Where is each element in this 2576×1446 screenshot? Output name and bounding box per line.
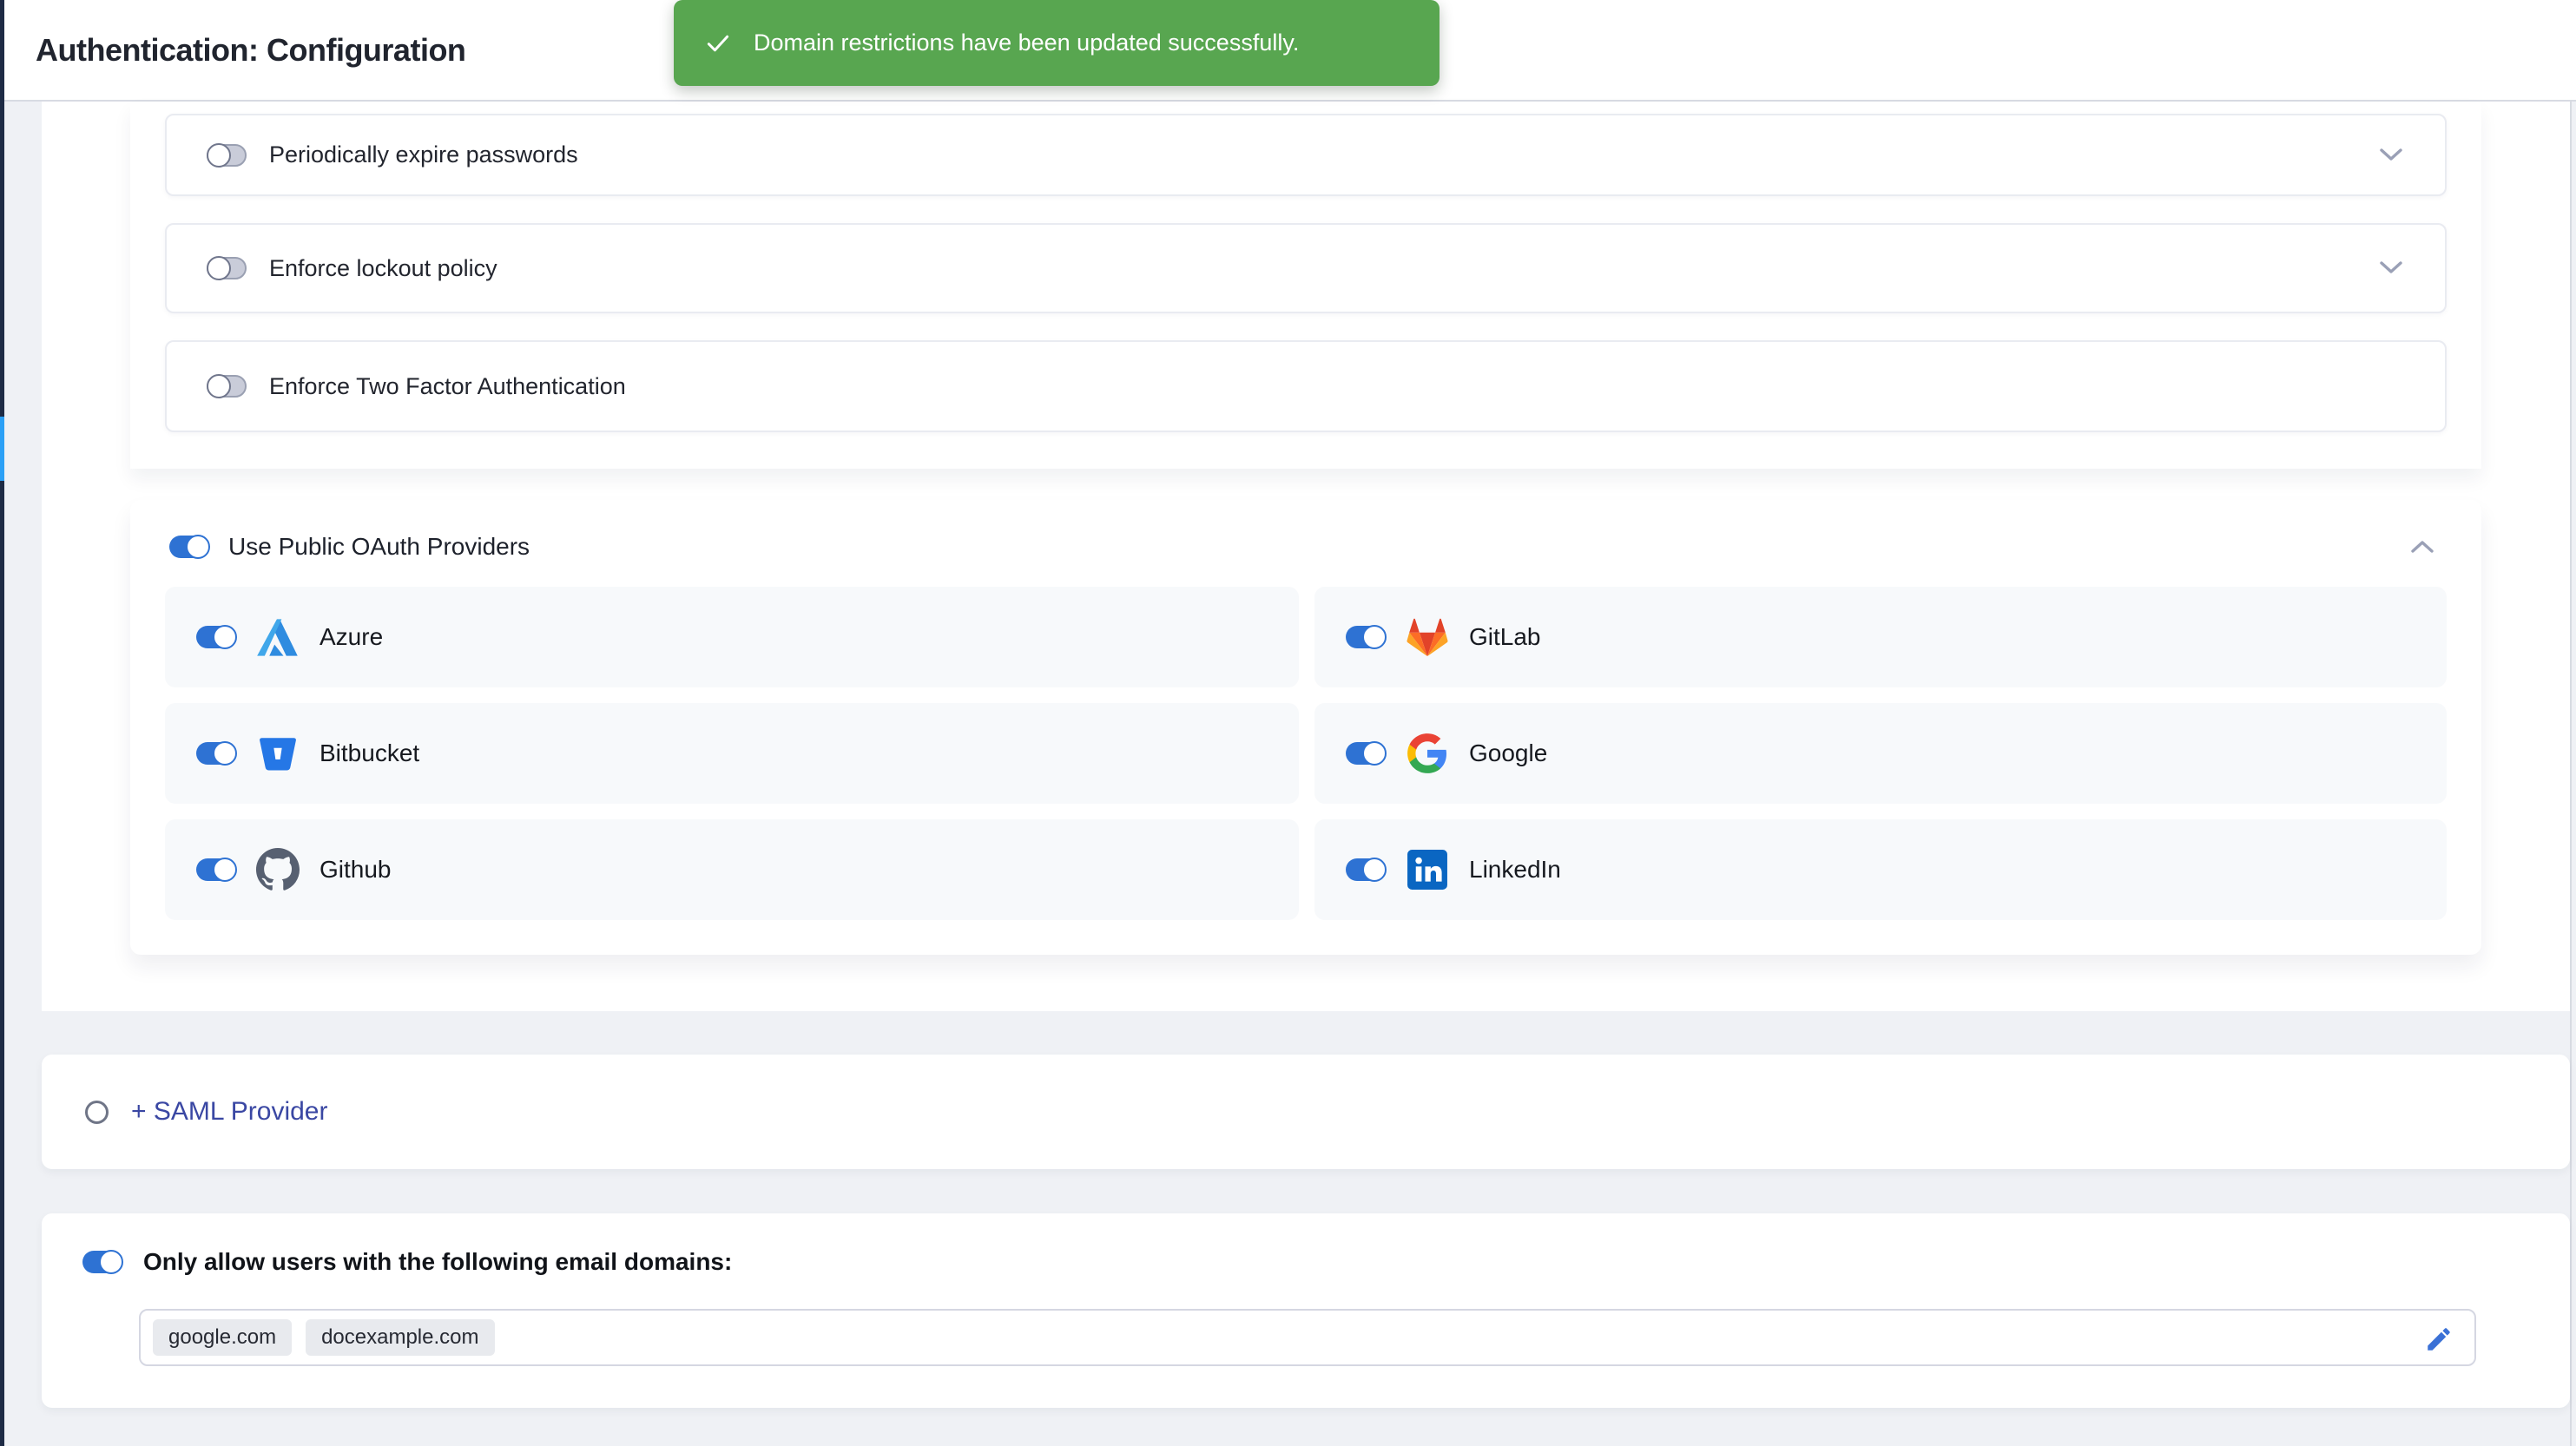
provider-name: GitLab [1469,623,1541,651]
provider-grid: Azure GitLab [165,587,2481,920]
email-domains-header: Only allow users with the following emai… [42,1213,2570,1276]
toggle-knob [207,374,231,398]
setting-label: Periodically expire passwords [269,141,578,168]
saml-provider-card: + SAML Provider [42,1055,2570,1169]
toggle-knob [1362,741,1387,766]
bitbucket-icon [255,731,300,776]
toggle-knob [99,1250,123,1274]
gitlab-icon [1405,615,1450,660]
toggle-knob [207,256,231,280]
two-factor-toggle[interactable] [207,375,247,398]
gitlab-toggle[interactable] [1346,626,1386,648]
github-toggle[interactable] [196,858,236,881]
authentication-configuration-page: Authentication: Configuration Domain res… [0,0,2576,1446]
email-domains-toggle[interactable] [82,1251,122,1273]
domain-tag[interactable]: google.com [153,1319,292,1356]
azure-icon [255,615,300,660]
check-icon [703,29,733,58]
bitbucket-toggle[interactable] [196,742,236,765]
setting-row-lockout-policy[interactable]: Enforce lockout policy [165,223,2447,313]
page-title: Authentication: Configuration [36,32,465,69]
oauth-providers-card: Use Public OAuth Providers Azure [130,500,2481,955]
setting-label: Enforce lockout policy [269,255,497,282]
toast-message: Domain restrictions have been updated su… [754,30,1299,56]
chevron-down-icon[interactable] [2377,147,2405,164]
provider-name: Bitbucket [320,739,419,767]
oauth-toggle[interactable] [169,536,209,558]
toggle-knob [1362,858,1387,882]
provider-row-github[interactable]: Github [165,819,1299,920]
google-toggle[interactable] [1346,742,1386,765]
azure-toggle[interactable] [196,626,236,648]
chevron-up-icon[interactable] [2408,538,2441,555]
toggle-knob [213,741,237,766]
github-icon [255,847,300,892]
setting-row-expire-passwords[interactable]: Periodically expire passwords [165,114,2447,196]
provider-name: LinkedIn [1469,856,1561,884]
sidebar-edge [0,0,4,1446]
email-domains-label: Only allow users with the following emai… [143,1248,732,1276]
setting-label: Enforce Two Factor Authentication [269,373,626,400]
toggle-knob [1362,625,1387,649]
provider-row-azure[interactable]: Azure [165,587,1299,687]
pencil-icon[interactable] [2422,1323,2455,1356]
success-toast[interactable]: Domain restrictions have been updated su… [674,0,1440,86]
provider-row-google[interactable]: Google [1314,703,2447,804]
setting-row-two-factor[interactable]: Enforce Two Factor Authentication [165,340,2447,432]
expire-passwords-toggle[interactable] [207,144,247,167]
oauth-label: Use Public OAuth Providers [228,533,530,561]
linkedin-icon [1405,847,1450,892]
provider-row-bitbucket[interactable]: Bitbucket [165,703,1299,804]
provider-row-linkedin[interactable]: LinkedIn [1314,819,2447,920]
provider-name: Google [1469,739,1547,767]
toggle-knob [207,143,231,168]
google-icon [1405,731,1450,776]
lockout-policy-toggle[interactable] [207,257,247,279]
add-saml-provider-link[interactable]: + SAML Provider [131,1097,327,1127]
linkedin-toggle[interactable] [1346,858,1386,881]
provider-name: Azure [320,623,383,651]
toggle-knob [213,625,237,649]
content-right-border [2570,100,2572,1446]
domain-tag[interactable]: docexample.com [306,1319,494,1356]
provider-row-gitlab[interactable]: GitLab [1314,587,2447,687]
email-domains-card: Only allow users with the following emai… [42,1213,2570,1408]
provider-name: Github [320,856,392,884]
oauth-header: Use Public OAuth Providers [130,500,2481,561]
toggle-knob [186,535,210,559]
domain-tags-input[interactable]: google.com docexample.com [139,1309,2476,1366]
toggle-knob [213,858,237,882]
sidebar-active-indicator [0,417,4,481]
chevron-down-icon[interactable] [2377,260,2405,277]
saml-radio[interactable] [85,1101,109,1124]
